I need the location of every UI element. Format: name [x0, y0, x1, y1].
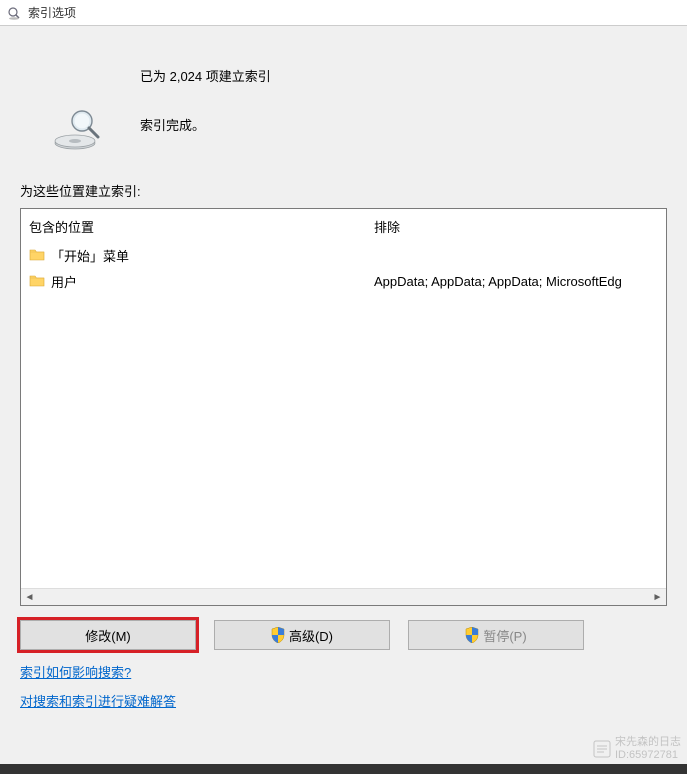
- button-label: 暂停(P): [483, 626, 526, 645]
- status-text: 已为 2,024 项建立索引 索引完成。: [140, 56, 271, 134]
- row-name: 「开始」菜单: [51, 246, 374, 265]
- shield-icon: [465, 627, 479, 643]
- scroll-left-icon[interactable]: ◄: [21, 589, 38, 605]
- bottom-bar: [0, 764, 687, 774]
- button-label: 修改(M): [85, 626, 131, 645]
- header-excluded: 排除: [374, 217, 658, 236]
- window-title: 索引选项: [28, 4, 76, 21]
- troubleshoot-link[interactable]: 对搜索和索引进行疑难解答: [20, 691, 176, 710]
- content-area: 已为 2,024 项建立索引 索引完成。 为这些位置建立索引: 包含的位置 排除…: [0, 26, 687, 714]
- list-item[interactable]: 用户 AppData; AppData; AppData; MicrosoftE…: [29, 268, 658, 294]
- folder-icon: [29, 247, 45, 263]
- row-name: 用户: [51, 272, 374, 291]
- drive-search-icon: [50, 91, 110, 151]
- index-complete: 索引完成。: [140, 115, 271, 134]
- locations-label: 为这些位置建立索引:: [0, 181, 687, 208]
- watermark-line2: ID:65972781: [615, 749, 681, 762]
- button-label: 高级(D): [289, 626, 333, 645]
- watermark-icon: [593, 740, 611, 758]
- folder-icon: [29, 273, 45, 289]
- scroll-track[interactable]: [38, 589, 649, 605]
- status-area: 已为 2,024 项建立索引 索引完成。: [0, 26, 687, 181]
- scroll-right-icon[interactable]: ►: [649, 589, 666, 605]
- indexed-count: 已为 2,024 项建立索引: [140, 66, 271, 85]
- locations-listbox[interactable]: 包含的位置 排除 「开始」菜单: [20, 208, 667, 606]
- links-area: 索引如何影响搜索? 对搜索和索引进行疑难解答: [0, 658, 687, 714]
- row-excluded: AppData; AppData; AppData; MicrosoftEdg: [374, 274, 658, 289]
- header-included: 包含的位置: [29, 217, 374, 236]
- pause-button: 暂停(P): [408, 620, 584, 650]
- advanced-button[interactable]: 高级(D): [214, 620, 390, 650]
- how-affects-search-link[interactable]: 索引如何影响搜索?: [20, 662, 131, 681]
- watermark-line1: 宋先森的日志: [615, 736, 681, 749]
- index-options-icon: [6, 5, 22, 21]
- button-row: 修改(M) 高级(D) 暂停(P): [0, 606, 687, 658]
- list-rows: 「开始」菜单 用户 AppData; AppData; AppData; Mic…: [21, 242, 666, 294]
- watermark: 宋先森的日志 ID:65972781: [593, 736, 681, 762]
- list-headers: 包含的位置 排除: [21, 209, 666, 242]
- horizontal-scrollbar[interactable]: ◄ ►: [21, 588, 666, 605]
- list-item[interactable]: 「开始」菜单: [29, 242, 658, 268]
- shield-icon: [271, 627, 285, 643]
- modify-button[interactable]: 修改(M): [20, 620, 196, 650]
- titlebar: 索引选项: [0, 0, 687, 26]
